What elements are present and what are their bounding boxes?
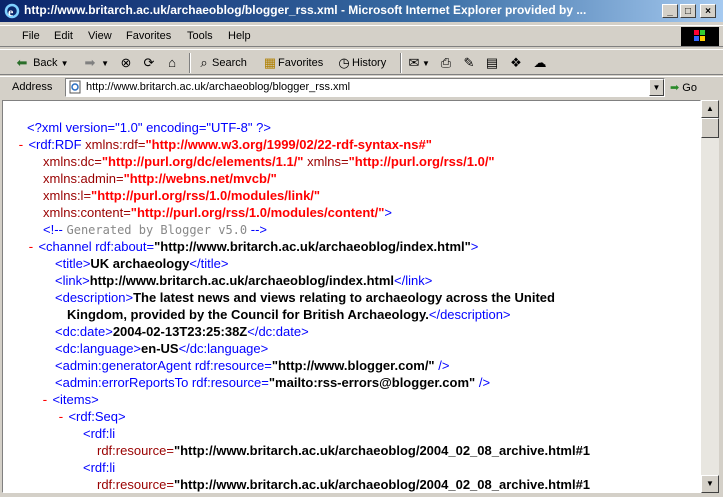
collapse-toggle[interactable]: - (57, 410, 65, 425)
favorites-button[interactable]: ▦ Favorites (262, 54, 323, 72)
toolbar-separator (189, 53, 191, 73)
refresh-button[interactable]: ⟳ (141, 54, 157, 72)
menu-favorites[interactable]: Favorites (126, 30, 171, 42)
li-resource-line: rdf:resource="http://www.britarch.ac.uk/… (97, 443, 591, 458)
windows-logo-icon (681, 27, 719, 46)
close-button[interactable]: × (700, 4, 716, 18)
collapse-toggle[interactable]: - (17, 138, 25, 153)
home-icon: ⌂ (168, 55, 176, 71)
page-button[interactable]: ▤ (484, 54, 500, 72)
generator-line: <admin:generatorAgent rdf:resource="http… (55, 358, 450, 373)
related-icon: ❖ (510, 55, 522, 71)
description-line: <description>The latest news and views r… (55, 290, 555, 305)
back-arrow-icon: ⬅ (16, 55, 28, 71)
channel-line: - <channel rdf:about="http://www.britarc… (27, 239, 479, 255)
page-icon (69, 80, 81, 94)
dropdown-arrow-icon: ▼ (60, 59, 69, 68)
xmlns-dc-line: xmlns:dc="http://purl.org/dc/elements/1.… (43, 154, 495, 169)
menu-file[interactable]: File (22, 30, 40, 42)
collapse-toggle[interactable]: - (41, 393, 49, 408)
stop-icon: ⊗ (120, 55, 132, 71)
menu-help[interactable]: Help (228, 30, 251, 42)
messenger-button[interactable]: ☁ (532, 54, 548, 72)
toolbar: ⬅ Back ▼ ➡ ▼ ⊗ ⟳ ⌂ ⌕ Search ▦ Favorites ◷ H… (0, 49, 723, 75)
dropdown-arrow-icon: ▼ (101, 59, 109, 68)
history-button[interactable]: ◷ History (336, 54, 386, 72)
edit-button[interactable]: ✎ (461, 54, 477, 72)
vertical-scrollbar[interactable]: ▲ ▼ (701, 100, 719, 493)
li-line: <rdf:li (83, 426, 116, 441)
language-line: <dc:language>en-US</dc:language> (55, 341, 269, 356)
title-line: <title>UK archaeology</title> (55, 256, 229, 271)
menu-tools[interactable]: Tools (187, 30, 213, 42)
xmlns-admin-line: xmlns:admin="http://webns.net/mvcb/" (43, 171, 277, 186)
home-button[interactable]: ⌂ (164, 54, 180, 72)
address-input[interactable]: http://www.britarch.ac.uk/archaeoblog/bl… (65, 78, 665, 97)
seq-line: - <rdf:Seq> (57, 409, 126, 425)
description-line-2: Kingdom, provided by the Council for Bri… (67, 307, 511, 322)
ie-icon: e (4, 3, 20, 19)
messenger-icon: ☁ (533, 55, 547, 71)
xmlns-content-line: xmlns:content="http://purl.org/rss/1.0/m… (43, 205, 392, 220)
refresh-icon: ⟳ (143, 55, 155, 71)
menu-view[interactable]: View (88, 30, 112, 42)
print-icon: ⎙ (440, 55, 452, 71)
window-title: http://www.britarch.ac.uk/archaeoblog/bl… (24, 3, 587, 17)
forward-arrow-icon: ➡ (84, 55, 96, 71)
search-button[interactable]: ⌕ Search (196, 54, 247, 72)
collapse-toggle[interactable]: - (27, 240, 35, 255)
svg-text:e: e (8, 5, 14, 19)
address-label: Address (12, 81, 53, 93)
forward-button[interactable]: ➡ ▼ (82, 54, 109, 72)
xml-document-view[interactable]: <?xml version="1.0" encoding="UTF-8" ?> … (2, 100, 701, 493)
mail-icon: ✉ (408, 55, 420, 71)
stop-button[interactable]: ⊗ (118, 54, 134, 72)
error-reports-line: <admin:errorReportsTo rdf:resource="mail… (55, 375, 491, 390)
go-arrow-icon: ➡ (670, 82, 680, 94)
toolbar-separator (400, 53, 402, 73)
favorites-icon: ▦ (263, 55, 277, 71)
li-line-2: <rdf:li (83, 460, 116, 475)
page-icon: ▤ (485, 55, 499, 71)
menu-bar: File Edit View Favorites Tools Help (0, 25, 723, 47)
scroll-down-button[interactable]: ▼ (701, 475, 719, 493)
address-dropdown-button[interactable]: ▼ (649, 79, 664, 96)
menu-edit[interactable]: Edit (54, 30, 73, 42)
li-resource-line-2: rdf:resource="http://www.britarch.ac.uk/… (97, 477, 591, 492)
date-line: <dc:date>2004-02-13T23:25:38Z</dc:date> (55, 324, 309, 339)
xml-declaration: <?xml version="1.0" encoding="UTF-8" ?> (27, 120, 271, 135)
address-bar: Address http://www.britarch.ac.uk/archae… (0, 76, 723, 98)
address-url: http://www.britarch.ac.uk/archaeoblog/bl… (86, 81, 351, 93)
mail-button[interactable]: ✉ ▼ (406, 54, 430, 72)
title-bar: e http://www.britarch.ac.uk/archaeoblog/… (0, 0, 723, 22)
dropdown-arrow-icon: ▼ (422, 59, 430, 68)
related-button[interactable]: ❖ (508, 54, 524, 72)
history-icon: ◷ (338, 55, 350, 71)
back-button[interactable]: ⬅ Back ▼ (14, 54, 69, 72)
rdf-root-line: - <rdf:RDF xmlns:rdf="http://www.w3.org/… (17, 137, 432, 153)
link-line: <link>http://www.britarch.ac.uk/archaeob… (55, 273, 433, 288)
edit-icon: ✎ (463, 55, 475, 71)
print-button[interactable]: ⎙ (438, 54, 454, 72)
xml-comment: <!-- Generated by Blogger v5.0 --> (43, 222, 267, 237)
items-line: - <items> (41, 392, 99, 408)
scroll-thumb[interactable] (701, 118, 719, 138)
xmlns-l-line: xmlns:l="http://purl.org/rss/1.0/modules… (43, 188, 321, 203)
go-button[interactable]: ➡ Go (670, 81, 697, 94)
scroll-up-button[interactable]: ▲ (701, 100, 719, 118)
maximize-button[interactable]: □ (680, 4, 696, 18)
search-icon: ⌕ (200, 55, 208, 71)
minimize-button[interactable]: _ (662, 4, 678, 18)
